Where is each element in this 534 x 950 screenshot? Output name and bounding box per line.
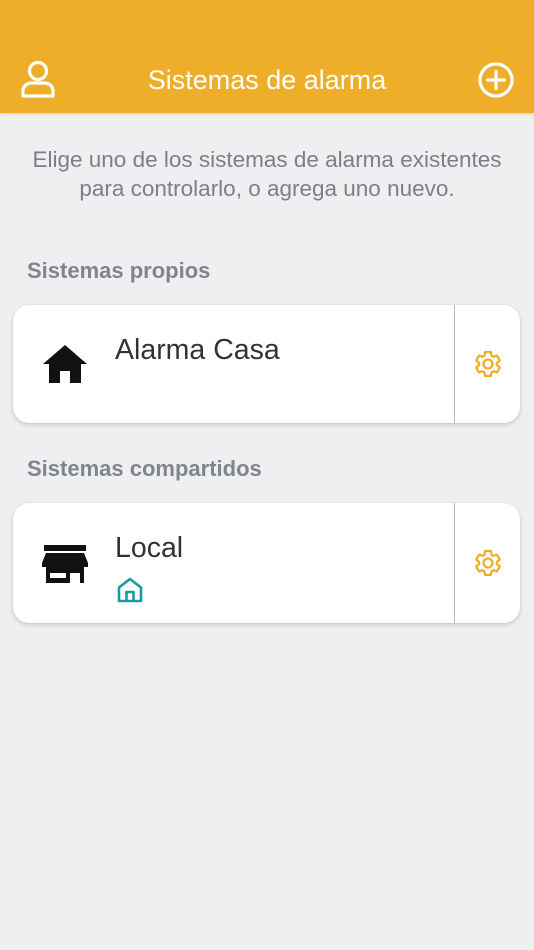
store-icon — [41, 540, 89, 588]
house-icon — [41, 340, 89, 388]
system-settings-button[interactable] — [455, 305, 520, 423]
section-title-own: Sistemas propios — [27, 258, 211, 283]
gear-icon — [474, 350, 501, 378]
system-card-alarma-casa[interactable]: Alarma Casa — [13, 305, 520, 423]
system-name: Local — [115, 532, 184, 564]
section-title-shared: Sistemas compartidos — [27, 456, 262, 481]
intro-text: Elige uno de los sistemas de alarma exis… — [32, 147, 502, 201]
add-circle-icon — [478, 62, 514, 98]
gear-icon — [474, 549, 501, 577]
page-title: Sistemas de alarma — [147, 65, 387, 95]
add-system-button[interactable] — [474, 58, 518, 102]
system-card-local[interactable]: Local — [13, 503, 520, 623]
profile-button[interactable] — [18, 58, 58, 100]
app-header: Sistemas de alarma — [0, 0, 534, 113]
system-settings-button[interactable] — [455, 503, 520, 623]
user-icon — [21, 60, 55, 98]
system-name: Alarma Casa — [115, 334, 280, 366]
home-outline-icon — [115, 575, 145, 605]
